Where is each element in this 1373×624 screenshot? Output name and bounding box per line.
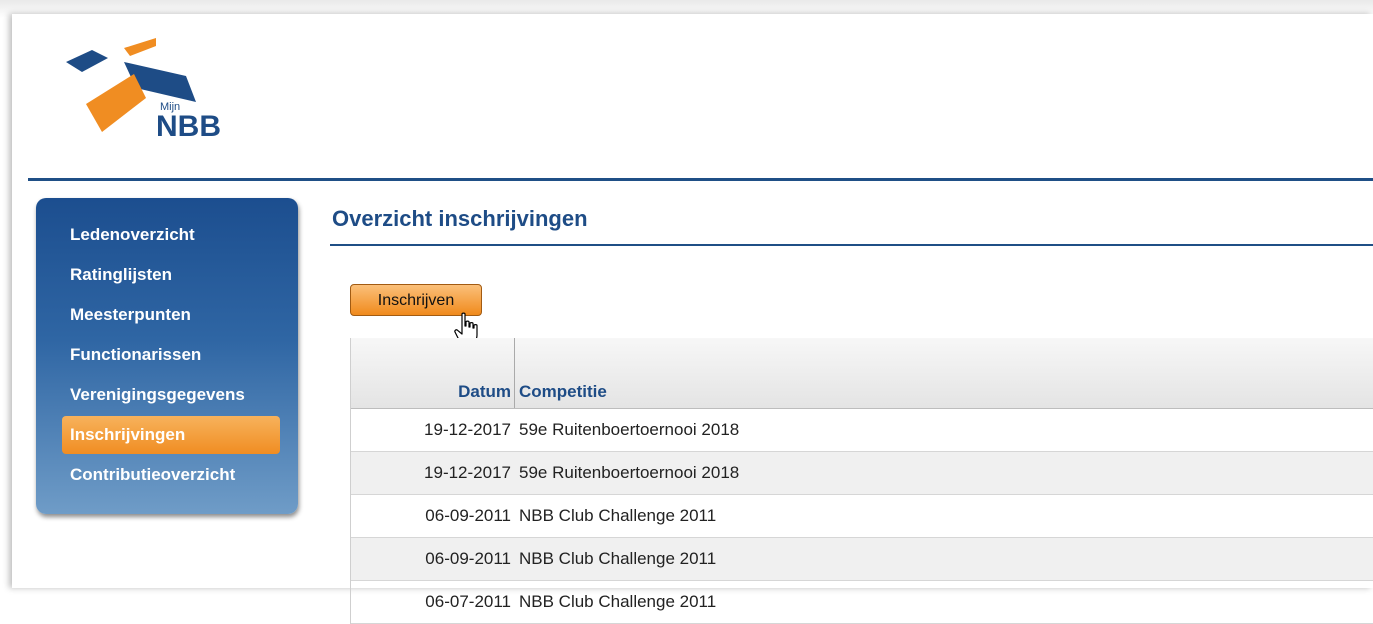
column-separator <box>514 338 515 408</box>
table-row[interactable]: 19-12-2017 59e Ruitenboertoernooi 2018 <box>351 452 1373 495</box>
sidebar-item-functionarissen[interactable]: Functionarissen <box>36 336 298 376</box>
cell-competitie: 59e Ruitenboertoernooi 2018 <box>519 420 740 439</box>
cell-datum: 19-12-2017 <box>424 463 511 482</box>
page-title: Overzicht inschrijvingen <box>332 206 588 231</box>
sidebar-item-label: Meesterpunten <box>70 305 191 324</box>
cell-competitie: 59e Ruitenboertoernooi 2018 <box>519 463 740 482</box>
sidebar-item-label: Verenigingsgegevens <box>70 385 245 404</box>
sidebar-item-verenigingsgegevens[interactable]: Verenigingsgegevens <box>36 376 298 416</box>
cell-datum: 06-07-2011 <box>425 592 511 611</box>
sidebar-item-label: Contributieoverzicht <box>70 465 236 484</box>
table-row[interactable]: 06-09-2011 NBB Club Challenge 2011 <box>351 495 1373 538</box>
table-row[interactable]: 06-07-2011 NBB Club Challenge 2011 <box>351 581 1373 624</box>
cell-datum: 19-12-2017 <box>424 420 511 439</box>
table-row[interactable]: 06-09-2011 NBB Club Challenge 2011 <box>351 538 1373 581</box>
cell-competitie: NBB Club Challenge 2011 <box>519 506 717 525</box>
sidebar-item-inschrijvingen[interactable]: Inschrijvingen <box>36 416 298 456</box>
table-header: Datum Competitie <box>351 338 1373 409</box>
cell-competitie: NBB Club Challenge 2011 <box>519 549 717 568</box>
sidebar-item-contributieoverzicht[interactable]: Contributieoverzicht <box>36 456 298 496</box>
sidebar-menu: Ledenoverzicht Ratinglijsten Meesterpunt… <box>36 198 298 514</box>
page-container: Mijn NBB Ledenoverzicht Ratinglijsten Me… <box>12 14 1373 624</box>
sidebar-item-meesterpunten[interactable]: Meesterpunten <box>36 296 298 336</box>
sidebar-item-label: Ledenoverzicht <box>70 225 195 244</box>
cell-datum: 06-09-2011 <box>425 549 511 568</box>
inschrijvingen-table: Datum Competitie 19-12-2017 59e Ruitenbo… <box>350 338 1373 624</box>
column-header-competitie[interactable]: Competitie <box>519 382 607 402</box>
mijn-nbb-logo[interactable]: Mijn NBB <box>64 32 244 162</box>
table-row[interactable]: 19-12-2017 59e Ruitenboertoernooi 2018 <box>351 409 1373 452</box>
sidebar-item-label: Ratinglijsten <box>70 265 173 284</box>
cell-competitie: NBB Club Challenge 2011 <box>519 592 717 611</box>
header-divider <box>28 178 1373 181</box>
sidebar-item-ledenoverzicht[interactable]: Ledenoverzicht <box>36 216 298 256</box>
sidebar-item-label: Inschrijvingen <box>70 425 186 444</box>
title-divider <box>330 244 1373 246</box>
cell-datum: 06-09-2011 <box>425 506 511 525</box>
sidebar-item-label: Functionarissen <box>70 345 202 364</box>
logo-nbb-text: NBB <box>156 110 221 143</box>
column-header-datum[interactable]: Datum <box>351 382 511 402</box>
sidebar-item-ratinglijsten[interactable]: Ratinglijsten <box>36 256 298 296</box>
